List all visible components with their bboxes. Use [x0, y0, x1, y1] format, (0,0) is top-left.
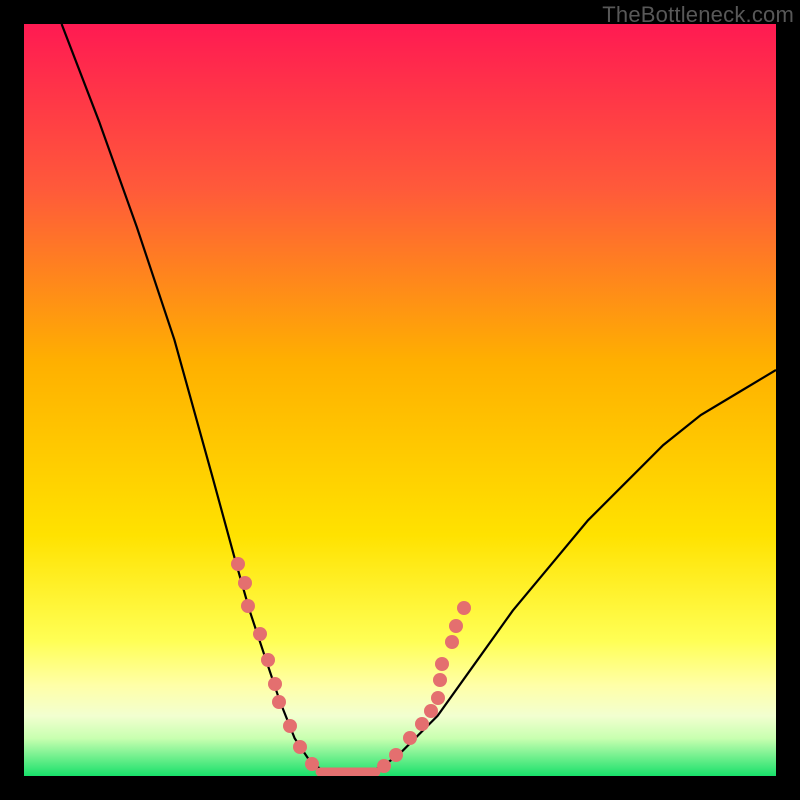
gradient-background	[24, 24, 776, 776]
watermark-text: TheBottleneck.com	[602, 2, 794, 28]
bottleneck-chart	[24, 24, 776, 776]
chart-frame	[24, 24, 776, 776]
